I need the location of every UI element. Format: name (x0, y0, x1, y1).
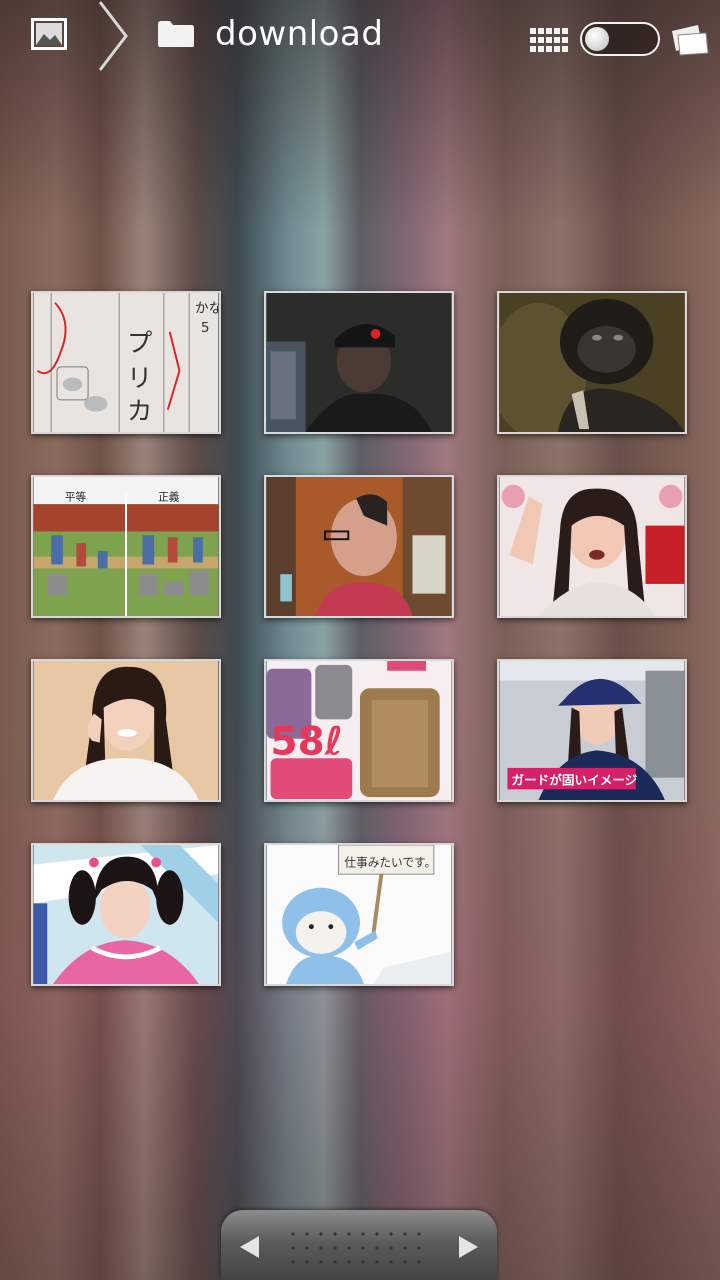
thumb-suitcases[interactable]: 58ℓ (264, 659, 454, 802)
thumb-girl-pigtails[interactable] (31, 843, 221, 986)
thumb-girl-shouting[interactable] (497, 475, 687, 618)
folder-title: download (215, 14, 384, 54)
thumb-gorilla[interactable] (497, 291, 687, 434)
gallery-icon[interactable] (31, 18, 67, 50)
folder-icon (157, 20, 195, 48)
svg-text:正義: 正義 (158, 490, 180, 503)
previous-page-icon[interactable] (237, 1234, 263, 1260)
thumb-girl-smiling[interactable] (31, 659, 221, 802)
svg-text:平等: 平等 (65, 490, 87, 503)
svg-text:リ: リ (127, 363, 152, 392)
thumb-handwriting-test[interactable]: プ リ カ かな 5 (31, 291, 221, 434)
view-toggle[interactable] (580, 22, 660, 56)
thumb-fence-cartoon[interactable]: 平等 正義 (31, 475, 221, 618)
svg-text:仕事みたいです。: 仕事みたいです。 (344, 855, 436, 869)
page-switcher[interactable] (221, 1210, 497, 1280)
svg-text:カ: カ (127, 396, 152, 425)
next-page-icon[interactable] (455, 1234, 481, 1260)
svg-text:58ℓ: 58ℓ (271, 719, 343, 764)
stack-view-icon[interactable] (668, 22, 712, 56)
grid-view-icon[interactable] (528, 26, 572, 54)
svg-text:かな: かな (195, 300, 219, 316)
svg-text:プ: プ (127, 328, 152, 357)
thumb-girl-uniform[interactable]: ガードが固いイメージ (497, 659, 687, 802)
background-shade (0, 0, 720, 1280)
thumb-man-glasses[interactable] (264, 475, 454, 618)
svg-text:5: 5 (201, 320, 210, 336)
svg-text:ガードが固いイメージ: ガードが固いイメージ (511, 772, 637, 787)
action-bar: download (0, 0, 720, 72)
chevron-right-icon (96, 0, 132, 72)
toggle-knob (585, 27, 609, 51)
thumb-man-in-cap[interactable] (264, 291, 454, 434)
thumb-monkey-sign[interactable]: 仕事みたいです。 (264, 843, 454, 986)
page-dots (291, 1232, 421, 1264)
